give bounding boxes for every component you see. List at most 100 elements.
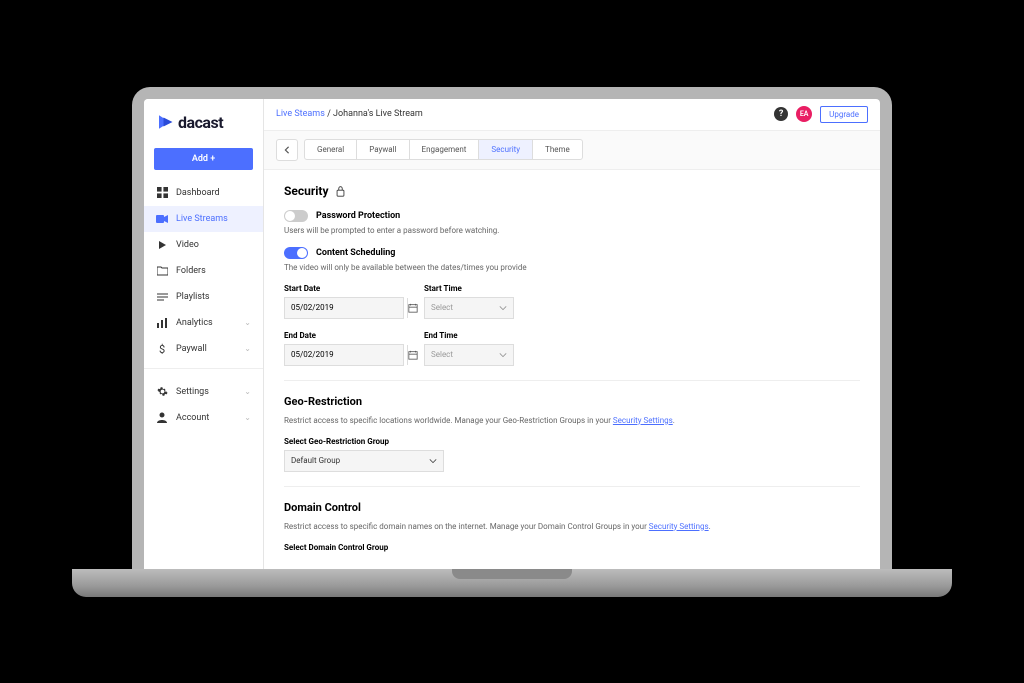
sidebar-item-settings[interactable]: Settings ⌄ xyxy=(144,379,263,405)
chevron-down-icon: ⌄ xyxy=(244,413,251,422)
gear-icon xyxy=(156,386,168,398)
calendar-icon[interactable] xyxy=(407,298,418,318)
end-date-input[interactable] xyxy=(284,344,404,366)
end-time-field: End Time Select xyxy=(424,331,514,366)
content-scheduling-row: Content Scheduling xyxy=(284,247,860,259)
add-button[interactable]: Add + xyxy=(154,148,253,170)
logo-icon xyxy=(156,113,174,131)
geo-select-field: Select Geo-Restriction Group Default Gro… xyxy=(284,437,860,472)
sidebar-item-live-streams[interactable]: Live Streams xyxy=(144,206,263,232)
calendar-icon[interactable] xyxy=(407,345,418,365)
tab-engagement[interactable]: Engagement xyxy=(410,140,480,159)
start-row: Start Date Start Time Select xyxy=(284,284,860,319)
divider xyxy=(284,486,860,487)
sidebar-item-playlists[interactable]: Playlists xyxy=(144,284,263,310)
play-icon xyxy=(156,239,168,251)
end-row: End Date End Time Select xyxy=(284,331,860,366)
laptop-base xyxy=(72,569,952,597)
sidebar-item-analytics[interactable]: Analytics ⌄ xyxy=(144,310,263,336)
nav-list-secondary: Settings ⌄ Account ⌄ xyxy=(144,379,263,431)
sidebar-item-paywall[interactable]: $ Paywall ⌄ xyxy=(144,336,263,362)
password-protection-desc: Users will be prompted to enter a passwo… xyxy=(284,226,860,235)
lock-icon xyxy=(335,185,346,197)
geo-restriction-title: Geo-Restriction xyxy=(284,395,860,408)
person-icon xyxy=(156,412,168,424)
caret-down-icon xyxy=(429,458,437,464)
geo-security-settings-link[interactable]: Security Settings xyxy=(613,416,673,425)
start-date-input[interactable] xyxy=(284,297,404,319)
tab-paywall[interactable]: Paywall xyxy=(357,140,409,159)
geo-select-label: Select Geo-Restriction Group xyxy=(284,437,860,446)
main-area: Live Steams / Johanna's Live Stream ? EA… xyxy=(264,99,880,569)
folder-icon xyxy=(156,265,168,277)
chevron-down-icon: ⌄ xyxy=(244,387,251,396)
content: Security Password Protection Users will … xyxy=(264,170,880,569)
help-icon[interactable]: ? xyxy=(774,107,788,121)
chevron-down-icon: ⌄ xyxy=(244,344,251,353)
sidebar-item-account[interactable]: Account ⌄ xyxy=(144,405,263,431)
end-time-label: End Time xyxy=(424,331,514,340)
geo-select-value: Default Group xyxy=(291,456,340,465)
svg-text:$: $ xyxy=(159,343,165,355)
start-time-label: Start Time xyxy=(424,284,514,293)
password-protection-toggle[interactable] xyxy=(284,210,308,222)
domain-select-label: Select Domain Control Group xyxy=(284,543,860,552)
laptop-notch xyxy=(452,569,572,579)
divider xyxy=(284,380,860,381)
breadcrumb: Live Steams / Johanna's Live Stream xyxy=(276,109,423,119)
analytics-icon xyxy=(156,317,168,329)
tab-general[interactable]: General xyxy=(305,140,357,159)
logo-text: dacast xyxy=(178,113,223,132)
domain-security-settings-link[interactable]: Security Settings xyxy=(649,522,709,531)
geo-restriction-select[interactable]: Default Group xyxy=(284,450,444,472)
sidebar-item-label: Dashboard xyxy=(176,188,220,198)
end-time-select[interactable]: Select xyxy=(424,344,514,366)
tabs-row: General Paywall Engagement Security Them… xyxy=(264,131,880,170)
sidebar-item-label: Analytics xyxy=(176,318,213,328)
tab-security[interactable]: Security xyxy=(479,140,533,159)
sidebar-item-label: Folders xyxy=(176,266,206,276)
app-window: dacast Add + Dashboard Live Streams xyxy=(144,99,880,569)
tabs: General Paywall Engagement Security Them… xyxy=(304,139,583,160)
start-date-value[interactable] xyxy=(285,303,407,312)
sidebar-item-label: Account xyxy=(176,413,209,423)
chevron-left-icon xyxy=(283,146,291,154)
logo: dacast xyxy=(144,99,263,142)
upgrade-button[interactable]: Upgrade xyxy=(820,106,868,123)
dashboard-icon xyxy=(156,187,168,199)
password-protection-label: Password Protection xyxy=(316,211,400,221)
sidebar-item-dashboard[interactable]: Dashboard xyxy=(144,180,263,206)
end-date-value[interactable] xyxy=(285,350,407,359)
section-title-text: Security xyxy=(284,184,329,198)
chevron-down-icon: ⌄ xyxy=(244,318,251,327)
start-time-field: Start Time Select xyxy=(424,284,514,319)
domain-control-desc: Restrict access to specific domain names… xyxy=(284,522,860,531)
content-scheduling-toggle[interactable] xyxy=(284,247,308,259)
sidebar-item-label: Live Streams xyxy=(176,214,228,224)
content-scheduling-desc: The video will only be available between… xyxy=(284,263,860,272)
start-time-select[interactable]: Select xyxy=(424,297,514,319)
sidebar-item-label: Playlists xyxy=(176,292,210,302)
avatar[interactable]: EA xyxy=(796,106,812,122)
caret-down-icon xyxy=(499,305,507,311)
sidebar-item-label: Video xyxy=(176,240,199,250)
playlist-icon xyxy=(156,291,168,303)
end-date-field: End Date xyxy=(284,331,404,366)
divider xyxy=(144,368,263,369)
sidebar-item-label: Settings xyxy=(176,387,209,397)
topbar: Live Steams / Johanna's Live Stream ? EA… xyxy=(264,99,880,131)
breadcrumb-current: Johanna's Live Stream xyxy=(333,109,423,119)
sidebar: dacast Add + Dashboard Live Streams xyxy=(144,99,264,569)
geo-restriction-desc: Restrict access to specific locations wo… xyxy=(284,416,860,425)
sidebar-item-video[interactable]: Video xyxy=(144,232,263,258)
content-scheduling-label: Content Scheduling xyxy=(316,248,395,258)
back-button[interactable] xyxy=(276,139,298,161)
dollar-icon: $ xyxy=(156,343,168,355)
breadcrumb-parent[interactable]: Live Steams xyxy=(276,109,325,119)
sidebar-item-folders[interactable]: Folders xyxy=(144,258,263,284)
end-time-placeholder: Select xyxy=(431,350,453,359)
start-time-placeholder: Select xyxy=(431,303,453,312)
end-date-label: End Date xyxy=(284,331,404,340)
tab-theme[interactable]: Theme xyxy=(533,140,582,159)
password-protection-row: Password Protection xyxy=(284,210,860,222)
